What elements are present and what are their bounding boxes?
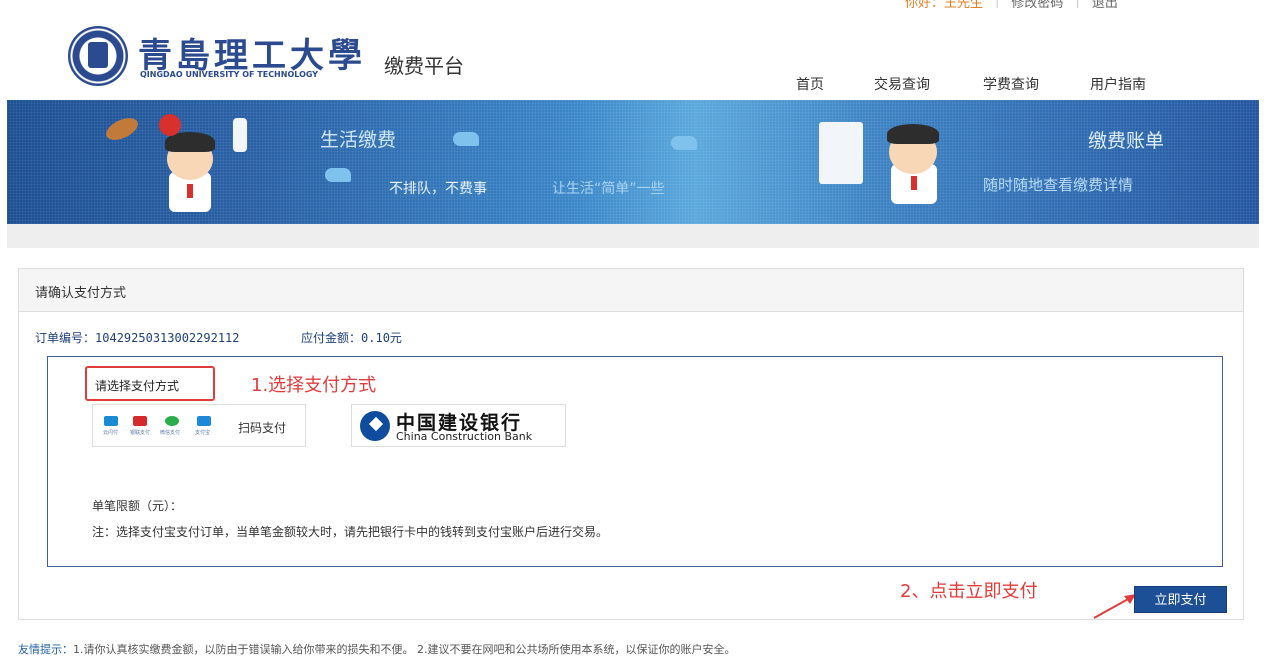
nav-transaction-query[interactable]: 交易查询	[874, 74, 930, 94]
wechat-pay-label: 微信支付	[160, 430, 181, 436]
banner-divider	[7, 224, 1259, 248]
promo-banner: 生活缴费 不排队，不费事 让生活“简单”一些 缴费账单 随时随地查看缴费详情	[7, 100, 1259, 224]
unionpay-icon	[133, 416, 147, 426]
annotation-step-2: 2、点击立即支付	[900, 581, 1038, 602]
cloud-quickpass-icon	[104, 416, 118, 426]
computer-monitor-icon	[819, 122, 863, 184]
nav-home[interactable]: 首页	[796, 74, 824, 94]
amount-due-label: 应付金额：	[301, 331, 362, 345]
bird-icon	[671, 136, 697, 150]
ccb-name-en: China Construction Bank	[396, 430, 533, 443]
single-limit-text: 单笔限额（元）：	[92, 499, 183, 513]
order-number: 订单编号：10429250313002292112	[35, 329, 240, 346]
panel-title: 请确认支付方式	[19, 269, 1243, 312]
university-name-en: QINGDAO UNIVERSITY OF TECHNOLOGY	[140, 70, 319, 79]
banner-bill-title: 缴费账单	[1088, 130, 1165, 152]
logout-link[interactable]: 退出	[1092, 0, 1118, 8]
friendly-tips: 友情提示：1.请你认真核实缴费金额，以防由于错误输入给你带来的损失和不便。 2.…	[18, 641, 735, 657]
ccb-logo-icon	[360, 411, 390, 441]
banner-slogan-2: 让生活“简单”一些	[552, 181, 665, 197]
unionpay-label: 银联支付	[130, 430, 151, 436]
top-user-bar: 你好：王先生 | 修改密码 | 退出	[0, 0, 1266, 8]
site-header: 青島理工大學 QINGDAO UNIVERSITY OF TECHNOLOGY …	[0, 18, 1266, 100]
bird-icon	[325, 168, 351, 182]
bottle-icon	[233, 118, 247, 152]
amount-due-value: 0.10元	[361, 331, 402, 345]
banner-bill-subtitle: 随时随地查看缴费详情	[983, 176, 1134, 194]
bird-icon	[453, 132, 479, 146]
platform-title: 缴费平台	[384, 54, 464, 78]
pay-now-button[interactable]: 立即支付	[1134, 586, 1227, 613]
order-number-label: 订单编号：	[35, 331, 96, 345]
cartoon-boy-left	[147, 120, 237, 220]
banner-life-payment: 生活缴费	[320, 129, 397, 151]
bread-icon	[102, 113, 142, 145]
cloud-quickpass-label: 云闪付	[103, 430, 119, 436]
order-number-value: 10429250313002292112	[95, 331, 240, 345]
alipay-note: 注：选择支付宝支付订单，当单笔金额较大时，请先把银行卡中的钱转到支付宝账户后进行…	[92, 525, 609, 539]
apple-icon	[159, 114, 181, 136]
banner-slogan-1: 不排队，不费事	[389, 181, 487, 197]
payment-method-box: 请选择支付方式 1.选择支付方式 云闪付 银联支付 微信支付 支付宝 扫码支付 …	[47, 356, 1223, 567]
choose-payment-label: 请选择支付方式	[85, 366, 215, 401]
ccb-bank-option[interactable]: 中国建设银行 China Construction Bank	[351, 404, 566, 447]
scan-pay-label: 扫码支付	[238, 421, 287, 435]
tips-text: 1.请你认真核实缴费金额，以防由于错误输入给你带来的损失和不便。 2.建议不要在…	[73, 643, 736, 656]
alipay-icon	[197, 416, 211, 426]
tips-label: 友情提示：	[18, 643, 73, 656]
nav-tuition-query[interactable]: 学费查询	[983, 74, 1039, 94]
annotation-step-1: 1.选择支付方式	[251, 375, 377, 396]
nav-user-guide[interactable]: 用户指南	[1090, 74, 1146, 94]
alipay-label: 支付宝	[195, 430, 211, 436]
change-password-link[interactable]: 修改密码	[1011, 0, 1063, 8]
university-seal-logo	[68, 26, 128, 86]
user-greeting: 你好：王先生	[905, 0, 984, 8]
wechat-pay-icon	[165, 416, 179, 426]
amount-due: 应付金额：0.10元	[301, 329, 402, 346]
payment-confirm-panel: 请确认支付方式 订单编号：10429250313002292112 应付金额：0…	[18, 268, 1244, 620]
scan-pay-option[interactable]: 云闪付 银联支付 微信支付 支付宝 扫码支付	[92, 404, 306, 447]
cartoon-man-right	[865, 114, 961, 214]
annotation-arrow-icon	[1093, 594, 1136, 619]
